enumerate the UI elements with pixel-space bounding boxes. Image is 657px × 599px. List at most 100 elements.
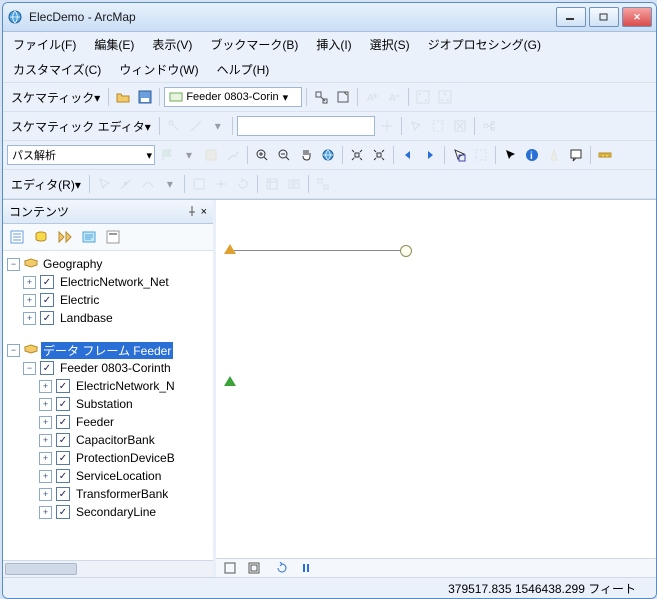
collapse-icon[interactable]: − — [7, 344, 20, 357]
list-by-source-icon[interactable] — [31, 227, 51, 247]
tree-node-landbase[interactable]: + ✓ Landbase — [3, 309, 213, 327]
propagate-icon[interactable] — [311, 87, 331, 107]
checkbox[interactable]: ✓ — [40, 311, 54, 325]
menu-customize[interactable]: カスタマイズ(C) — [11, 59, 103, 80]
identify-icon[interactable]: i — [522, 145, 542, 165]
pan-icon[interactable] — [296, 145, 316, 165]
maximize-button[interactable] — [589, 7, 619, 27]
data-view-icon[interactable] — [220, 558, 240, 578]
checkbox[interactable]: ✓ — [56, 415, 70, 429]
checkbox[interactable]: ✓ — [56, 469, 70, 483]
tree-node-substation[interactable]: + ✓ Substation — [3, 395, 213, 413]
list-by-drawing-icon[interactable] — [7, 227, 27, 247]
open-folder-icon[interactable] — [113, 87, 133, 107]
layout-b-icon — [435, 87, 455, 107]
map-view[interactable] — [216, 200, 656, 577]
minimize-button[interactable] — [556, 7, 586, 27]
list-by-visibility-icon[interactable] — [55, 227, 75, 247]
apply-layout-icon — [377, 116, 397, 136]
tree-node-geography[interactable]: − Geography — [3, 255, 213, 273]
collapse-icon[interactable]: − — [7, 258, 20, 271]
expand-icon[interactable]: + — [39, 380, 52, 393]
expand-icon[interactable]: + — [39, 416, 52, 429]
menu-view[interactable]: 表示(V) — [150, 34, 194, 55]
checkbox[interactable]: ✓ — [40, 293, 54, 307]
titlebar: ElecDemo - ArcMap ✕ — [3, 3, 656, 32]
edit-move-icon — [164, 116, 184, 136]
toc-tree[interactable]: − Geography + ✓ ElectricNetwork_Net + ✓ … — [3, 251, 213, 560]
menu-geoprocessing[interactable]: ジオプロセシング(G) — [426, 34, 543, 55]
expand-icon[interactable]: + — [39, 506, 52, 519]
toolbar-schematics-label[interactable]: スケマティック▾ — [7, 89, 104, 106]
expand-icon[interactable]: + — [23, 312, 36, 325]
collapse-icon[interactable]: − — [23, 362, 36, 375]
html-popup-icon[interactable] — [566, 145, 586, 165]
fixed-zoomin-icon[interactable] — [347, 145, 367, 165]
tree-node-servicelocation[interactable]: + ✓ ServiceLocation — [3, 467, 213, 485]
tree-node-protectiondevice[interactable]: + ✓ ProtectionDeviceB — [3, 449, 213, 467]
zoom-out-icon[interactable] — [274, 145, 294, 165]
panel-close-icon[interactable]: × — [201, 206, 207, 218]
expand-icon[interactable]: + — [23, 294, 36, 307]
menu-edit[interactable]: 編集(E) — [92, 34, 136, 55]
menu-bookmarks[interactable]: ブックマーク(B) — [208, 34, 300, 55]
select-features-icon[interactable] — [449, 145, 469, 165]
tree-node-electricnet[interactable]: + ✓ ElectricNetwork_Net — [3, 273, 213, 291]
menu-help[interactable]: ヘルプ(H) — [215, 59, 272, 80]
toolbar-editor: エディタ(R)▾ ▾ — [3, 169, 656, 199]
tree-node-feeder[interactable]: + ✓ Feeder — [3, 413, 213, 431]
update-icon[interactable] — [333, 87, 353, 107]
close-button[interactable]: ✕ — [622, 7, 652, 27]
checkbox[interactable]: ✓ — [56, 379, 70, 393]
solve-icon — [223, 145, 243, 165]
select-all-icon — [428, 116, 448, 136]
toolbar-editor-label[interactable]: エディタ(R)▾ — [7, 176, 85, 193]
sketch-props-icon — [284, 174, 304, 194]
layout-view-icon[interactable] — [244, 558, 264, 578]
toolbar-schematic-editor-label[interactable]: スケマティック エディタ▾ — [7, 118, 155, 135]
fixed-zoomout-icon[interactable] — [369, 145, 389, 165]
full-extent-icon[interactable] — [318, 145, 338, 165]
feeder-dropdown[interactable]: Feeder 0803-Corin ▾ — [164, 87, 302, 107]
checkbox[interactable]: ✓ — [40, 275, 54, 289]
tree-node-secondaryline[interactable]: + ✓ SecondaryLine — [3, 503, 213, 521]
statusbar: 379517.835 1546438.299 フィート — [3, 577, 656, 598]
pointer-icon[interactable] — [500, 145, 520, 165]
tree-node-transformerbank[interactable]: + ✓ TransformerBank — [3, 485, 213, 503]
menu-selection[interactable]: 選択(S) — [368, 34, 412, 55]
checkbox[interactable]: ✓ — [40, 361, 54, 375]
list-by-selection-icon[interactable] — [79, 227, 99, 247]
path-analysis-dropdown[interactable]: パス解析 ▾ — [7, 145, 155, 165]
toc-horizontal-scrollbar[interactable] — [3, 560, 213, 577]
tree-node-feeder0803[interactable]: − ✓ Feeder 0803-Corinth — [3, 359, 213, 377]
refresh-icon[interactable] — [272, 558, 292, 578]
tree-node-capacitorbank[interactable]: + ✓ CapacitorBank — [3, 431, 213, 449]
checkbox[interactable]: ✓ — [56, 397, 70, 411]
checkbox[interactable]: ✓ — [56, 451, 70, 465]
checkbox[interactable]: ✓ — [56, 433, 70, 447]
expand-icon[interactable]: + — [39, 452, 52, 465]
zoom-in-icon[interactable] — [252, 145, 272, 165]
menu-window[interactable]: ウィンドウ(W) — [117, 59, 200, 80]
measure-icon[interactable] — [595, 145, 615, 165]
expand-icon[interactable]: + — [23, 276, 36, 289]
expand-icon[interactable]: + — [39, 470, 52, 483]
menu-file[interactable]: ファイル(F) — [11, 34, 78, 55]
prev-extent-icon[interactable] — [398, 145, 418, 165]
tree-node-dataframe-feeder[interactable]: − データ フレーム Feeder — [3, 341, 213, 359]
toc-options-icon[interactable] — [103, 227, 123, 247]
save-diagram-icon[interactable] — [135, 87, 155, 107]
tree-node-enet[interactable]: + ✓ ElectricNetwork_N — [3, 377, 213, 395]
pin-icon[interactable] — [187, 206, 197, 218]
expand-icon[interactable]: + — [39, 434, 52, 447]
expand-icon[interactable]: + — [39, 488, 52, 501]
svg-text:i: i — [530, 151, 533, 162]
tree-node-electric[interactable]: + ✓ Electric — [3, 291, 213, 309]
next-extent-icon[interactable] — [420, 145, 440, 165]
checkbox[interactable]: ✓ — [56, 505, 70, 519]
expand-icon[interactable]: + — [39, 398, 52, 411]
checkbox[interactable]: ✓ — [56, 487, 70, 501]
menu-insert[interactable]: 挿入(I) — [314, 34, 353, 55]
pause-icon[interactable] — [296, 558, 316, 578]
editor-dropdown[interactable] — [237, 116, 375, 136]
